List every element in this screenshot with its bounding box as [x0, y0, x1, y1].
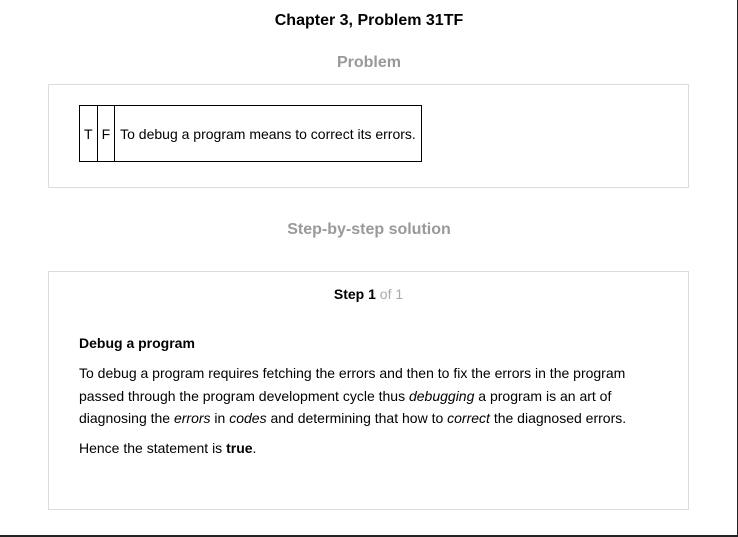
emphasis-debugging: debugging — [408, 387, 475, 404]
true-false-table: T F To debug a program means to correct … — [79, 105, 422, 162]
solution-subheading: Debug a program — [79, 335, 195, 351]
problem-heading: Problem — [336, 54, 401, 71]
conclusion-prefix: Hence the statement is — [79, 439, 227, 456]
page-title: Chapter 3, Problem 31TF — [274, 12, 464, 29]
emphasis-codes: codes — [229, 410, 267, 426]
problem-box: T F To debug a program means to correct … — [48, 84, 689, 188]
problem-statement: To debug a program means to correct its … — [114, 105, 422, 162]
solution-content: Debug a program To debug a program requi… — [79, 334, 659, 459]
solution-box: Step 1 of 1 Debug a program To debug a p… — [48, 271, 689, 510]
step-total: of 1 — [379, 286, 404, 302]
false-option[interactable]: F — [96, 105, 116, 162]
paragraph-text: in — [210, 410, 230, 426]
solution-conclusion: Hence the statement is true. — [79, 437, 659, 459]
true-false-row: T F To debug a program means to correct … — [79, 105, 422, 162]
solution-heading: Step-by-step solution — [287, 221, 451, 238]
step-number: 1 — [368, 286, 376, 302]
solution-paragraph: To debug a program requires fetching the… — [79, 362, 659, 430]
true-option[interactable]: T — [79, 105, 98, 162]
emphasis-correct: correct — [447, 410, 490, 426]
conclusion-suffix: . — [252, 439, 257, 456]
paragraph-text: the diagnosed errors. — [489, 410, 627, 426]
step-label: Step — [333, 286, 365, 302]
conclusion-answer: true — [226, 439, 253, 456]
paragraph-text: and determining that how to — [266, 410, 448, 426]
emphasis-errors: errors — [173, 410, 211, 426]
step-indicator: Step 1 of 1 — [49, 286, 688, 302]
